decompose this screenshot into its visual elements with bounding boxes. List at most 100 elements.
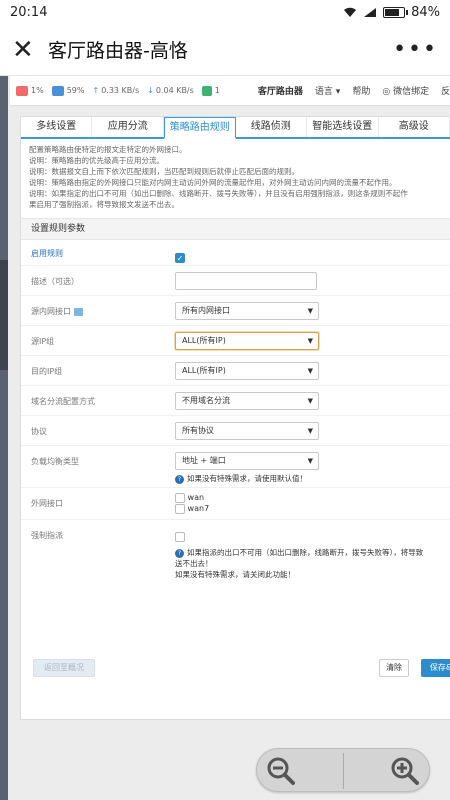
session-count: 1 — [201, 85, 220, 96]
feedback-link[interactable]: 反 — [441, 84, 450, 97]
dropdown-arrow-icon: ▼ — [307, 367, 313, 375]
sidebar-strip — [0, 76, 8, 800]
battery-percent: 84% — [411, 4, 440, 20]
tab-bar: 多线设置 应用分流 策略路由规则 线路侦测 智能选线设置 高级设 — [21, 117, 450, 139]
zoom-in-icon[interactable] — [389, 755, 421, 787]
dropdown-arrow-icon: ▼ — [307, 337, 313, 345]
description-line: 说明：如果指定的出口不可用（如出口删除、线路断开、拨号失败等），并且没有启用强制… — [29, 189, 408, 198]
description-line: 说明：策略路由的优先级高于应用分流。 — [29, 156, 164, 165]
wifi-icon — [344, 7, 357, 17]
dst-ip-select[interactable]: ALL(所有IP) ▼ — [175, 362, 319, 380]
wan-option-wan[interactable]: wan — [175, 492, 209, 503]
enable-rule-row: 启用规则 ✓ — [21, 240, 450, 266]
upload-rate: ↑ 0.33 KB/s — [92, 86, 140, 95]
enable-rule-label: 启用规则 — [31, 249, 63, 258]
tab-multiline-settings[interactable]: 多线设置 — [21, 117, 93, 137]
status-time: 20:14 — [10, 4, 48, 20]
src-ip-select[interactable]: ALL(所有IP) ▼ — [175, 332, 319, 350]
help-icon: ? — [175, 548, 184, 558]
chevron-down-icon: ▾ — [335, 87, 341, 97]
battery-icon — [383, 6, 409, 18]
zoom-controls — [256, 748, 430, 792]
wan-interface-row: 外网接口 wan wan7 — [21, 488, 450, 520]
tab-line-detection[interactable]: 线路侦测 — [236, 117, 308, 137]
src-interface-select[interactable]: 所有内网接口 ▼ — [175, 302, 319, 320]
session-icon — [201, 85, 212, 96]
wan-checkbox[interactable] — [175, 492, 185, 503]
router-name: 客厅路由器 — [257, 87, 303, 97]
load-balance-hint: ? 如果没有特殊需求，请使用默认值！ — [175, 473, 307, 484]
memory-icon — [51, 85, 64, 96]
wan-options: wan wan7 — [175, 492, 209, 514]
cpu-usage: 1% — [16, 85, 44, 96]
domain-split-select[interactable]: 不用域名分流 ▼ — [175, 392, 319, 410]
router-status-bar: 1% 59% ↑ 0.33 KB/s ↓ 0.04 KB/s 1 客厅路由器 语言 … — [10, 76, 450, 106]
dropdown-arrow-icon: ▼ — [307, 397, 313, 405]
dropdown-arrow-icon: ▼ — [307, 427, 313, 435]
description-input[interactable] — [175, 272, 317, 290]
back-to-overview-button[interactable]: 返回至概况 — [33, 659, 95, 677]
title-bar: ✕ 客厅路由器-高恪 ••• — [0, 24, 450, 76]
help-icon: ? — [175, 474, 184, 484]
info-icon — [73, 307, 83, 316]
src-ip-row: 源IP组 ALL(所有IP) ▼ — [21, 326, 450, 356]
more-menu-icon[interactable]: ••• — [393, 37, 438, 62]
enable-rule-checkbox[interactable]: ✓ — [175, 252, 185, 263]
dst-ip-row: 目的IP组 ALL(所有IP) ▼ — [21, 356, 450, 386]
upload-arrow-icon: ↑ — [92, 86, 100, 95]
dropdown-arrow-icon: ▼ — [307, 307, 313, 315]
tab-policy-route-rules[interactable]: 策略路由规则 — [163, 117, 236, 139]
dropdown-arrow-icon: ▼ — [307, 457, 313, 465]
description-line: 果启用了强制指派，将导致报文发送不出去。 — [29, 200, 179, 209]
description-line: 说明：数据报文自上而下依次匹配规则，当匹配到规则后就停止匹配后面的规则。 — [29, 167, 299, 176]
zoom-divider — [343, 753, 344, 789]
src-interface-label: 源内网接口 — [31, 306, 83, 317]
wan-option-wan7[interactable]: wan7 — [175, 503, 209, 514]
force-assign-row: 强制指派 ? 如果指派的出口不可用（如出口删除，线路断开，拨号失败等），将导致 送… — [21, 520, 450, 579]
dst-ip-label: 目的IP组 — [31, 367, 63, 376]
force-assign-control: ? 如果指派的出口不可用（如出口删除，线路断开，拨号失败等），将导致 送不出去！ … — [175, 526, 423, 580]
action-bar: 返回至概况 清除 保存& — [21, 653, 450, 683]
save-button[interactable]: 保存& — [421, 659, 450, 677]
wechat-icon: ◎ — [382, 87, 391, 97]
description-row: 描述（可选） — [21, 266, 450, 296]
protocol-select[interactable]: 所有协议 ▼ — [175, 422, 319, 440]
signal-icon — [364, 7, 377, 17]
wan-interface-label: 外网接口 — [31, 499, 63, 508]
description-label: 描述（可选） — [31, 277, 79, 286]
memory-usage: 59% — [51, 85, 84, 96]
language-menu[interactable]: 语言 ▾ — [315, 84, 340, 97]
src-ip-label: 源IP组 — [31, 337, 55, 346]
wechat-bind-link[interactable]: ◎ 微信绑定 — [382, 84, 429, 97]
web-content: 1% 59% ↑ 0.33 KB/s ↓ 0.04 KB/s 1 客厅路由器 语言 … — [0, 76, 450, 800]
download-rate: ↓ 0.04 KB/s — [147, 86, 194, 95]
load-balance-label: 负载均衡类型 — [31, 457, 79, 466]
force-assign-label: 强制指派 — [31, 531, 63, 540]
description-line: 说明：策略路由指定的外网接口只能对内网主动访问外网的流量起作用，对外网主动访问内… — [29, 178, 397, 187]
page-title: 客厅路由器-高恪 — [48, 40, 188, 62]
tab-app-split[interactable]: 应用分流 — [92, 117, 164, 137]
load-balance-select[interactable]: 地址 + 端口 ▼ — [175, 452, 319, 470]
cpu-icon — [16, 85, 28, 96]
status-bar: 20:14 84% — [0, 0, 450, 24]
domain-split-row: 域名分流配置方式 不用域名分流 ▼ — [21, 386, 450, 416]
close-icon[interactable]: ✕ — [12, 37, 42, 63]
force-assign-checkbox[interactable] — [175, 531, 185, 542]
force-assign-hint: ? 如果指派的出口不可用（如出口删除，线路断开，拨号失败等），将导致 送不出去！ … — [175, 548, 424, 579]
protocol-label: 协议 — [31, 427, 47, 436]
status-icons: 84% — [343, 5, 440, 20]
section-title: 设置规则参数 — [21, 218, 450, 240]
description-line: 配置策略路由使特定的报文走特定的外网接口。 — [29, 145, 187, 154]
tab-advanced[interactable]: 高级设 — [379, 117, 450, 137]
domain-split-label: 域名分流配置方式 — [31, 397, 95, 406]
download-arrow-icon: ↓ — [147, 86, 154, 95]
tab-smart-line-selection[interactable]: 智能选线设置 — [307, 117, 379, 137]
description-block: 配置策略路由使特定的报文走特定的外网接口。 说明：策略路由的优先级高于应用分流。… — [21, 139, 450, 210]
load-balance-row: 负载均衡类型 地址 + 端口 ▼ ? 如果没有特殊需求，请使用默认值！ — [21, 446, 450, 488]
clear-button[interactable]: 清除 — [379, 659, 409, 677]
wan7-checkbox[interactable] — [175, 503, 185, 514]
protocol-row: 协议 所有协议 ▼ — [21, 416, 450, 446]
src-interface-row: 源内网接口 所有内网接口 ▼ — [21, 296, 450, 326]
zoom-out-icon[interactable] — [265, 755, 297, 787]
help-link[interactable]: 帮助 — [352, 84, 370, 97]
